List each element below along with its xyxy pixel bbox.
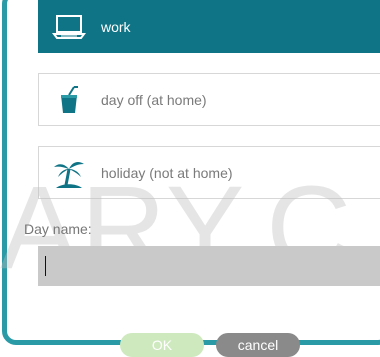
text-caret	[45, 256, 46, 276]
option-work-label: work	[101, 18, 131, 35]
day-name-label: Day name:	[24, 221, 92, 237]
option-holiday[interactable]: holiday (not at home)	[38, 146, 380, 199]
ok-button[interactable]: OK	[120, 333, 204, 357]
drink-cup-icon	[51, 82, 87, 118]
laptop-icon	[51, 9, 87, 45]
option-day-off[interactable]: day off (at home)	[38, 73, 380, 126]
cancel-button[interactable]: cancel	[216, 333, 300, 357]
palm-tree-icon	[51, 155, 87, 191]
option-holiday-label: holiday (not at home)	[101, 164, 233, 181]
option-work[interactable]: work	[38, 0, 380, 53]
day-name-input[interactable]	[38, 246, 380, 286]
option-day-off-label: day off (at home)	[101, 91, 207, 108]
